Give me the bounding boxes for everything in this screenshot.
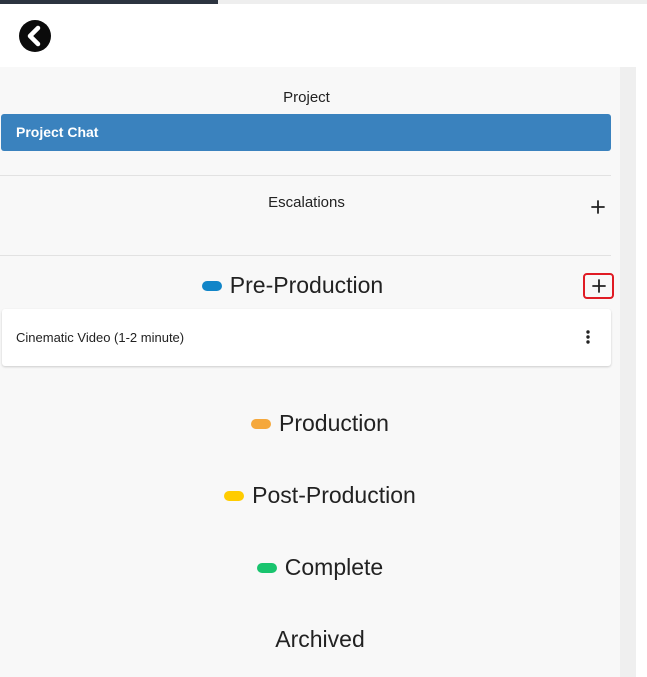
stage-heading-archived: Archived bbox=[0, 626, 640, 653]
stage-heading-complete: Complete bbox=[0, 554, 640, 581]
stage-label: Production bbox=[279, 410, 389, 436]
scrollbar[interactable] bbox=[620, 67, 636, 677]
escalations-heading: Escalations bbox=[268, 194, 345, 211]
stage-heading-pre-production: Pre-Production bbox=[0, 272, 585, 299]
progress-strip bbox=[0, 0, 218, 4]
divider bbox=[0, 255, 611, 256]
stage-label: Archived bbox=[275, 626, 365, 652]
list-item-card[interactable]: Cinematic Video (1-2 minute) bbox=[2, 309, 611, 366]
back-button[interactable] bbox=[19, 20, 51, 52]
add-escalation-button[interactable] bbox=[586, 195, 610, 219]
add-pre-production-item-button[interactable] bbox=[583, 273, 614, 299]
stage-label: Complete bbox=[284, 554, 384, 580]
plus-icon bbox=[591, 200, 605, 214]
project-chat-button[interactable]: Project Chat bbox=[1, 114, 611, 151]
stage-label: Pre-Production bbox=[229, 272, 384, 298]
right-edge bbox=[636, 67, 647, 677]
project-panel: Project Project Chat Escalations Pre-Pro… bbox=[0, 67, 620, 677]
production-color-pill bbox=[251, 418, 272, 429]
pre-production-color-pill bbox=[201, 280, 222, 291]
project-heading: Project bbox=[283, 89, 330, 106]
kebab-menu-icon bbox=[586, 330, 590, 344]
stage-heading-production: Production bbox=[0, 410, 640, 437]
complete-color-pill bbox=[256, 562, 277, 573]
divider bbox=[0, 175, 611, 176]
stage-heading-post-production: Post-Production bbox=[0, 482, 640, 509]
stage-label: Post-Production bbox=[252, 482, 416, 508]
card-title: Cinematic Video (1-2 minute) bbox=[16, 330, 185, 345]
progress-strip-track bbox=[218, 0, 647, 4]
card-menu-button[interactable] bbox=[578, 326, 598, 348]
plus-icon bbox=[591, 279, 606, 293]
chevron-left-icon bbox=[27, 25, 41, 47]
post-production-color-pill bbox=[224, 490, 245, 501]
top-bar bbox=[0, 0, 647, 67]
